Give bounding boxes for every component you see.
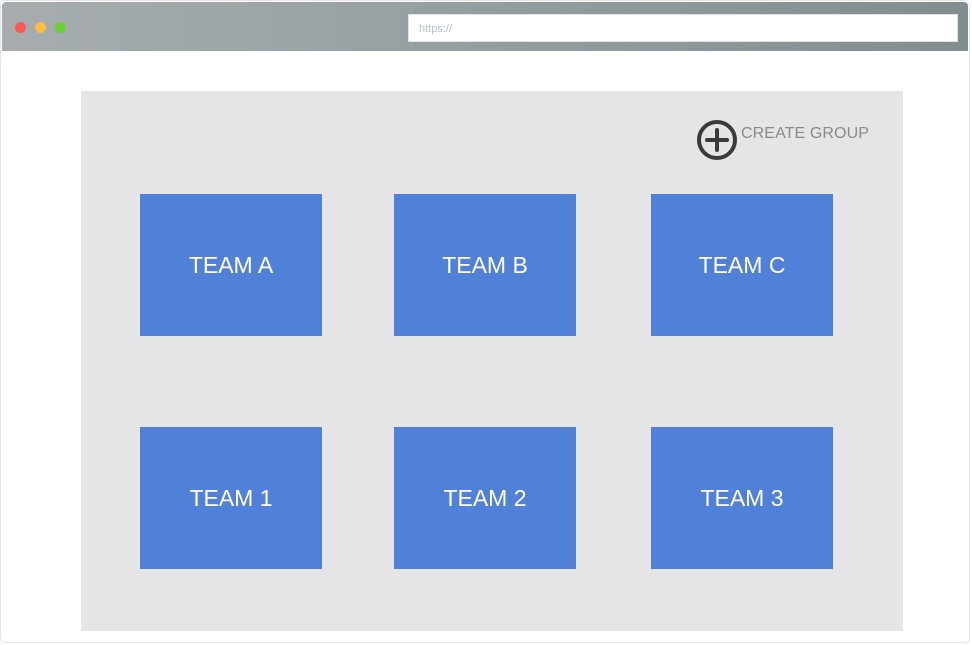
team-card-team-1[interactable]: TEAM 1 <box>140 427 322 569</box>
browser-title-bar: https:// <box>2 2 968 51</box>
address-bar[interactable]: https:// <box>408 14 958 42</box>
team-card-team-2[interactable]: TEAM 2 <box>394 427 576 569</box>
team-card-team-c[interactable]: TEAM C <box>651 194 833 336</box>
team-card-label: TEAM 2 <box>443 484 527 511</box>
team-card-label: TEAM C <box>698 251 786 278</box>
team-card-label: TEAM B <box>442 251 528 278</box>
create-group-button[interactable]: CREATE GROUP <box>696 119 869 161</box>
team-card-team-b[interactable]: TEAM B <box>394 194 576 336</box>
plus-circle-icon <box>697 120 737 160</box>
team-card-team-a[interactable]: TEAM A <box>140 194 322 336</box>
team-card-label: TEAM A <box>188 251 274 278</box>
team-card-label: TEAM 1 <box>189 484 273 511</box>
maximize-window-icon[interactable] <box>55 22 66 33</box>
team-card-team-3[interactable]: TEAM 3 <box>651 427 833 569</box>
create-group-label: CREATE GROUP <box>741 125 870 142</box>
close-window-icon[interactable] <box>15 22 26 33</box>
team-card-label: TEAM 3 <box>700 484 784 511</box>
minimize-window-icon[interactable] <box>35 22 46 33</box>
